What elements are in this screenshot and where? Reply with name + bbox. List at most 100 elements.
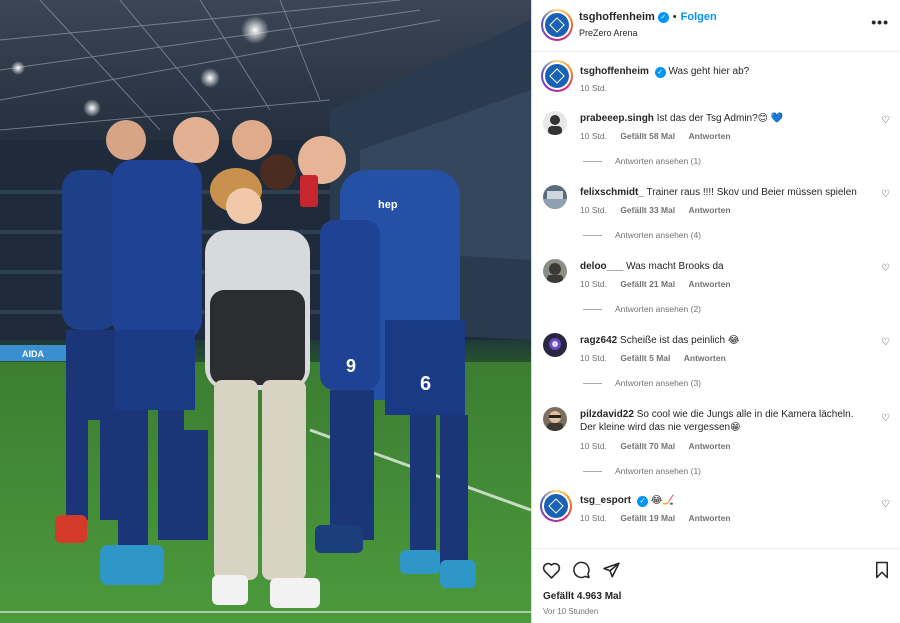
tsg-logo-icon <box>545 64 569 88</box>
divider-line <box>583 470 602 472</box>
caption-username[interactable]: tsghoffenheim <box>580 66 649 77</box>
like-comment-heart-icon[interactable]: ♡ <box>881 338 891 348</box>
like-heart-icon[interactable] <box>542 561 561 584</box>
avatar-image <box>548 115 562 135</box>
commenter-username[interactable]: prabeeep.singh <box>580 113 654 124</box>
comment-time[interactable]: 10 Std. <box>580 205 607 215</box>
comment-item: deloo___ Was macht Brooks da ♡ 10 Std. G… <box>532 258 900 328</box>
caption-text: Was geht hier ab? <box>668 66 750 77</box>
view-replies-label: Antworten ansehen (4) <box>615 230 701 240</box>
post-header: tsghoffenheim ✓ • Folgen PreZero Arena •… <box>532 0 900 52</box>
avatar-image <box>549 338 561 350</box>
view-replies-label: Antworten ansehen (2) <box>615 304 701 314</box>
comment-text: Trainer raus !!!! Skov und Beier müssen … <box>646 187 857 198</box>
commenter-avatar[interactable] <box>543 185 567 209</box>
author-username[interactable]: tsghoffenheim <box>579 11 655 23</box>
stadium-photo-illustration: AIDA hep 6 9 <box>0 0 531 623</box>
post-actions-bar: Gefällt 4.963 Mal Vor 10 Stunden <box>532 548 900 623</box>
comment-item: pilzdavid22 So cool wie die Jungs alle i… <box>532 406 900 488</box>
commenter-username[interactable]: tsg_esport <box>580 495 631 506</box>
like-comment-heart-icon[interactable]: ♡ <box>881 190 891 200</box>
comment-time[interactable]: 10 Std. <box>580 353 607 363</box>
tsg-logo-icon <box>544 494 568 518</box>
jersey-number-9: 9 <box>346 356 356 376</box>
avatar-image <box>547 263 563 283</box>
comment-text: Ist das der Tsg Admin?😊 💙 <box>656 113 784 124</box>
divider-line <box>583 308 602 310</box>
separator-dot: • <box>672 11 677 23</box>
comment-likes[interactable]: Gefällt 33 Mal <box>620 205 675 215</box>
view-replies-label: Antworten ansehen (1) <box>615 156 701 166</box>
comment-likes[interactable]: Gefällt 21 Mal <box>620 279 675 289</box>
comment-likes[interactable]: Gefällt 19 Mal <box>620 513 675 523</box>
like-comment-heart-icon[interactable]: ♡ <box>881 414 891 424</box>
author-avatar[interactable] <box>541 9 573 41</box>
comment-text: Was macht Brooks da <box>626 261 724 272</box>
sponsor-text: hep <box>378 199 398 211</box>
comment-item: prabeeep.singh Ist das der Tsg Admin?😊 💙… <box>532 110 900 180</box>
post-side-panel: tsghoffenheim ✓ • Folgen PreZero Arena •… <box>531 0 900 623</box>
save-bookmark-icon[interactable] <box>874 561 890 584</box>
commenter-username[interactable]: deloo___ <box>580 261 623 272</box>
reply-button[interactable]: Antworten <box>689 441 731 451</box>
comment-time[interactable]: 10 Std. <box>580 131 607 141</box>
comment-likes[interactable]: Gefällt 5 Mal <box>620 353 670 363</box>
commenter-avatar[interactable] <box>540 490 572 522</box>
comment-likes[interactable]: Gefällt 58 Mal <box>620 131 675 141</box>
reply-button[interactable]: Antworten <box>684 353 726 363</box>
comment-time[interactable]: 10 Std. <box>580 279 607 289</box>
comment-time[interactable]: 10 Std. <box>580 441 607 451</box>
commenter-avatar[interactable] <box>543 111 567 135</box>
comment-text: Scheiße ist das peinlich 😂 <box>620 335 740 346</box>
likes-count[interactable]: Gefällt 4.963 Mal <box>543 591 621 602</box>
share-paper-plane-icon[interactable] <box>602 561 621 584</box>
divider-line <box>583 234 602 236</box>
view-replies-button[interactable]: Antworten ansehen (2) <box>583 304 701 314</box>
commenter-avatar[interactable] <box>543 259 567 283</box>
like-comment-heart-icon[interactable]: ♡ <box>881 116 891 126</box>
ad-board-text: AIDA <box>22 349 44 359</box>
like-comment-heart-icon[interactable]: ♡ <box>881 500 891 510</box>
like-comment-heart-icon[interactable]: ♡ <box>881 264 891 274</box>
reply-button[interactable]: Antworten <box>689 279 731 289</box>
commenter-username[interactable]: pilzdavid22 <box>580 409 634 420</box>
divider-line <box>583 160 602 162</box>
reply-button[interactable]: Antworten <box>689 205 731 215</box>
view-replies-label: Antworten ansehen (1) <box>615 466 701 476</box>
verified-badge-icon: ✓ <box>654 67 666 78</box>
comment-time[interactable]: 10 Std. <box>580 513 607 523</box>
commenter-avatar[interactable] <box>543 333 567 357</box>
comment-text: 😂🏒 <box>650 495 675 506</box>
jersey-number-6: 6 <box>420 373 431 395</box>
commenter-username[interactable]: ragz642 <box>580 335 617 346</box>
follow-button[interactable]: Folgen <box>681 11 717 23</box>
reply-button[interactable]: Antworten <box>689 131 731 141</box>
commenter-avatar[interactable] <box>543 407 567 431</box>
comment-item: felixschmidt_ Trainer raus !!!! Skov und… <box>532 184 900 254</box>
comment-bubble-icon[interactable] <box>572 561 591 584</box>
tsg-logo-icon <box>545 13 569 37</box>
comment-likes[interactable]: Gefällt 70 Mal <box>620 441 675 451</box>
reply-button[interactable]: Antworten <box>689 513 731 523</box>
verified-badge-icon: ✓ <box>636 496 648 507</box>
view-replies-button[interactable]: Antworten ansehen (1) <box>583 466 701 476</box>
avatar-image <box>547 411 563 431</box>
view-replies-label: Antworten ansehen (3) <box>615 378 701 388</box>
verified-badge-icon: ✓ <box>657 11 669 23</box>
more-options-icon[interactable]: ••• <box>871 14 889 30</box>
view-replies-button[interactable]: Antworten ansehen (4) <box>583 230 701 240</box>
commenter-username[interactable]: felixschmidt_ <box>580 187 644 198</box>
caption-avatar[interactable] <box>541 60 573 92</box>
post-timestamp[interactable]: Vor 10 Stunden <box>543 607 598 616</box>
post-photo[interactable]: AIDA hep 6 9 <box>0 0 531 623</box>
comments-list[interactable]: tsghoffenheim ✓ Was geht hier ab? 10 Std… <box>532 52 900 546</box>
comment-item: tsg_esport ✓ 😂🏒 ♡ 10 Std. Gefällt 19 Mal… <box>532 490 900 542</box>
avatar-image <box>543 191 567 209</box>
location-link[interactable]: PreZero Arena <box>579 28 638 38</box>
caption-time[interactable]: 10 Std. <box>580 83 607 93</box>
post-caption: tsghoffenheim ✓ Was geht hier ab? 10 Std… <box>532 52 900 102</box>
view-replies-button[interactable]: Antworten ansehen (1) <box>583 156 701 166</box>
view-replies-button[interactable]: Antworten ansehen (3) <box>583 378 701 388</box>
comment-item: ragz642 Scheiße ist das peinlich 😂 ♡ 10 … <box>532 332 900 402</box>
divider-line <box>583 382 602 384</box>
